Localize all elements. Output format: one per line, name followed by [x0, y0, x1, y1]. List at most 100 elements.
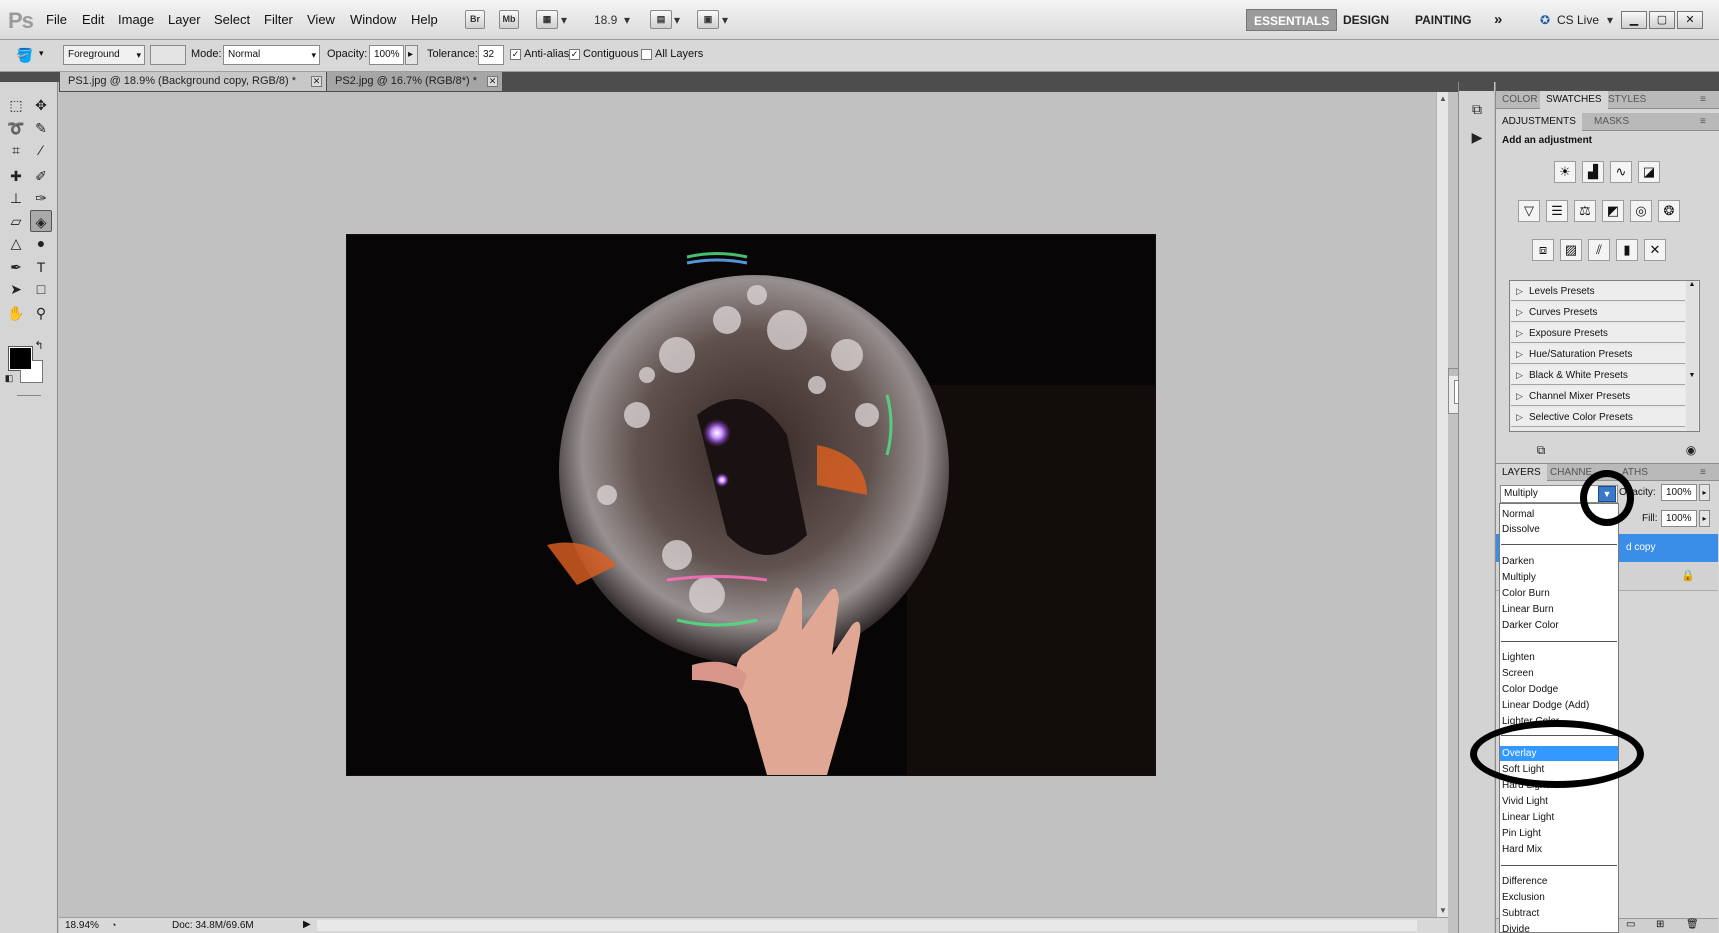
menu-view[interactable]: View — [307, 12, 335, 27]
minimize-icon[interactable]: ▁ — [1621, 11, 1647, 29]
delete-layer-icon[interactable]: 🗑 — [1686, 919, 1699, 930]
opacity-input[interactable]: 100% — [369, 45, 404, 65]
preset-selective-color[interactable]: ▷ Selective Color Presets — [1511, 408, 1685, 427]
blend-mode-list[interactable]: Normal Dissolve Darken Multiply Color Bu… — [1499, 503, 1619, 933]
blend-option[interactable]: Linear Light — [1500, 810, 1618, 825]
workspace-painting[interactable]: PAINTING — [1408, 9, 1478, 31]
blend-option[interactable]: Multiply — [1500, 570, 1618, 585]
panel-menu-icon[interactable]: ≡ — [1694, 464, 1712, 482]
mini-bridge-button[interactable]: Mb — [499, 10, 519, 29]
color-balance-icon[interactable]: ⚖ — [1574, 200, 1596, 222]
dock-collapse-bar[interactable] — [1459, 82, 1494, 91]
curves-icon[interactable]: ∿ — [1610, 161, 1632, 183]
tab-masks[interactable]: MASKS — [1588, 113, 1635, 131]
history-panel-icon[interactable]: ⧉ — [1466, 98, 1488, 120]
exposure-icon[interactable]: ◪ — [1638, 161, 1660, 183]
black-white-icon[interactable]: ◩ — [1602, 200, 1624, 222]
fill-source-select[interactable]: Foreground ▾ — [63, 45, 145, 65]
tool-preset-dropdown-icon[interactable]: ▾ — [39, 48, 44, 59]
pen-icon[interactable]: ✒ — [5, 256, 27, 278]
shape-icon[interactable]: □ — [30, 278, 52, 300]
horizontal-scrollbar[interactable] — [317, 920, 1417, 931]
status-icon[interactable]: ◔ — [111, 920, 116, 930]
layer-fill-input[interactable]: 100% — [1661, 510, 1697, 527]
panel-collapse-bar[interactable] — [1496, 82, 1719, 91]
preset-black-white[interactable]: ▷ Black & White Presets — [1511, 366, 1685, 385]
screen-mode-dropdown-icon[interactable]: ▾ — [722, 13, 728, 27]
workspace-overflow-icon[interactable]: » — [1487, 9, 1509, 31]
selective-color-icon[interactable]: ✕ — [1644, 239, 1666, 261]
view-extras-icon[interactable]: ▦ — [536, 10, 558, 29]
blend-option[interactable]: Exclusion — [1500, 890, 1618, 905]
blend-option[interactable]: Subtract — [1500, 906, 1618, 921]
layer-opacity-input[interactable]: 100% — [1661, 484, 1697, 501]
close-icon[interactable]: ✕ — [487, 76, 498, 87]
preset-levels[interactable]: ▷ Levels Presets — [1511, 282, 1685, 301]
chevron-down-icon[interactable]: ▼ — [1598, 486, 1616, 502]
new-layer-icon[interactable]: ⊞ — [1656, 919, 1664, 930]
swap-colors-icon[interactable]: ↰ — [32, 339, 46, 353]
blend-option[interactable]: Color Burn — [1500, 586, 1618, 601]
tab-ps2[interactable]: PS2.jpg @ 16.7% (RGB/8*) * ✕ — [327, 72, 502, 91]
document-image[interactable] — [346, 234, 1156, 776]
maximize-icon[interactable]: ▢ — [1649, 11, 1675, 29]
vertical-scrollbar[interactable]: ▲ ▼ — [1436, 92, 1448, 917]
tab-layers[interactable]: LAYERS — [1496, 464, 1547, 482]
invert-icon[interactable]: ⧈ — [1532, 239, 1554, 261]
blend-option[interactable]: Pin Light — [1500, 826, 1618, 841]
history-brush-icon[interactable]: ✑ — [30, 187, 52, 209]
menu-help[interactable]: Help — [411, 12, 438, 27]
panel-menu-icon[interactable]: ≡ — [1694, 91, 1712, 109]
foreground-color-front[interactable] — [9, 347, 32, 370]
arrange-documents-icon[interactable]: ▤ — [650, 10, 672, 29]
tab-channels[interactable]: CHANNE — [1544, 464, 1598, 482]
blend-option[interactable]: Difference — [1500, 874, 1618, 889]
workspace-design[interactable]: DESIGN — [1336, 9, 1396, 31]
all-layers-checkbox[interactable] — [641, 49, 652, 60]
adjustment-presets-list[interactable]: ▷ Levels Presets ▷ Curves Presets ▷ Exposur… — [1509, 280, 1700, 432]
brightness-icon[interactable]: ☀ — [1554, 161, 1576, 183]
scroll-down-icon[interactable]: ▼ — [1439, 906, 1447, 915]
panel-menu-icon[interactable]: ≡ — [1694, 113, 1712, 131]
menu-window[interactable]: Window — [350, 12, 396, 27]
zoom-status[interactable]: 18.94% — [65, 920, 99, 931]
default-colors-icon[interactable]: ◧ — [3, 372, 15, 384]
blend-option[interactable]: Color Dodge — [1500, 682, 1618, 697]
blend-option[interactable]: Hard Mix — [1500, 842, 1618, 857]
blend-option[interactable]: Hard Light — [1500, 778, 1618, 793]
eraser-icon[interactable]: ▱ — [5, 210, 27, 232]
levels-icon[interactable]: ▟ — [1582, 161, 1604, 183]
close-icon[interactable]: ✕ — [311, 76, 322, 87]
menu-filter[interactable]: Filter — [264, 12, 293, 27]
paint-bucket-icon[interactable]: 🪣 — [14, 44, 36, 66]
blend-option[interactable]: Darken — [1500, 554, 1618, 569]
new-group-icon[interactable]: ▭ — [1626, 919, 1635, 930]
blend-option[interactable]: Normal — [1500, 507, 1618, 522]
workspace-essentials[interactable]: ESSENTIALS — [1246, 9, 1338, 31]
paint-bucket-tool-icon[interactable]: ◈ — [30, 210, 52, 232]
dodge-icon[interactable]: ● — [30, 232, 52, 254]
preset-channel-mixer[interactable]: ▷ Channel Mixer Presets — [1511, 387, 1685, 406]
hand-icon[interactable]: ✋ — [5, 302, 27, 324]
cs-live-dropdown-icon[interactable]: ▾ — [1607, 13, 1613, 27]
quick-select-icon[interactable]: ✎ — [30, 117, 52, 139]
blend-option[interactable]: Divide — [1500, 922, 1618, 932]
blend-option[interactable]: Vivid Light — [1500, 794, 1618, 809]
blend-option[interactable]: Screen — [1500, 666, 1618, 681]
channel-mixer-icon[interactable]: ❂ — [1658, 200, 1680, 222]
preset-exposure[interactable]: ▷ Exposure Presets — [1511, 324, 1685, 343]
preset-hue-saturation[interactable]: ▷ Hue/Saturation Presets — [1511, 345, 1685, 364]
menu-edit[interactable]: Edit — [82, 12, 104, 27]
tab-styles[interactable]: STYLES — [1602, 91, 1652, 109]
cs-live-button[interactable]: CS Live — [1550, 9, 1606, 31]
tab-paths[interactable]: ATHS — [1616, 464, 1654, 482]
view-previous-icon[interactable]: ◉ — [1680, 439, 1702, 461]
photo-filter-icon[interactable]: ◎ — [1630, 200, 1652, 222]
bridge-button[interactable]: Br — [465, 10, 485, 29]
tab-color[interactable]: COLOR — [1496, 91, 1544, 109]
mode-select[interactable]: Normal ▾ — [223, 45, 320, 65]
arrange-dropdown-icon[interactable]: ▾ — [674, 13, 680, 27]
blend-option[interactable]: Lighter Color — [1500, 714, 1618, 729]
clip-to-layer-icon[interactable]: ⧉ — [1530, 439, 1552, 461]
close-window-icon[interactable]: ✕ — [1677, 11, 1703, 29]
